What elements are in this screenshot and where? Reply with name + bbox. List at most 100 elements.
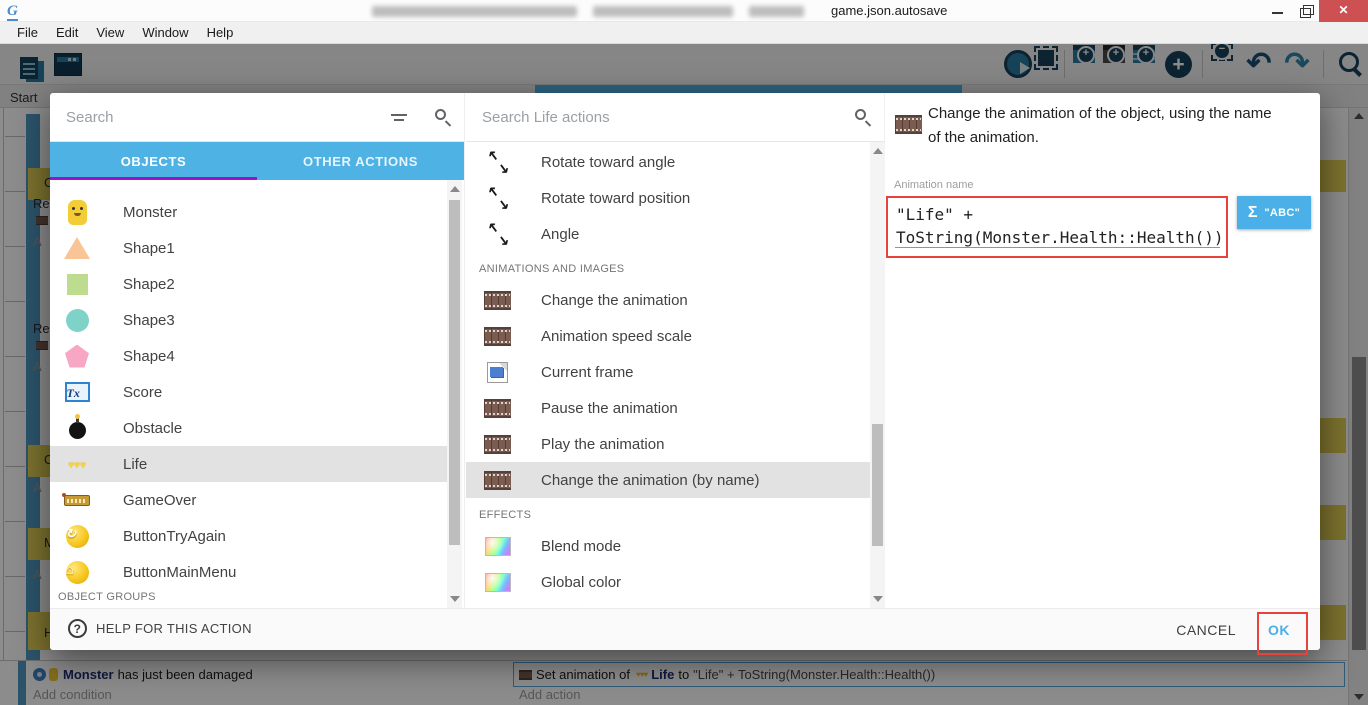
actions-search-input[interactable] [466, 93, 786, 141]
scrollbar-thumb[interactable] [872, 424, 883, 546]
object-label: ButtonMainMenu [123, 563, 237, 581]
action-label: Global color [541, 573, 622, 591]
monster-object-icon [67, 199, 87, 225]
object-label: Shape3 [123, 311, 175, 329]
object-list-item[interactable]: ButtonTryAgain [50, 518, 447, 554]
action-list-item[interactable]: Change the animation (by name) [466, 462, 870, 498]
scroll-down-icon[interactable] [873, 596, 883, 602]
rotate-arrow-icon [486, 219, 510, 249]
action-list-item[interactable]: Angle [466, 216, 870, 252]
minimize-icon[interactable] [1263, 0, 1291, 22]
action-list-item[interactable]: Rotate toward position [466, 180, 870, 216]
hearts-icon [68, 455, 86, 473]
object-label: Obstacle [123, 419, 183, 437]
scroll-up-icon[interactable] [873, 148, 883, 154]
expression-editor-button[interactable]: Σ "ABC" [1237, 196, 1311, 229]
help-label: HELP FOR THIS ACTION [96, 621, 252, 636]
bomb-icon [68, 414, 86, 439]
action-label: EFFECTS [479, 509, 532, 521]
action-list-item[interactable]: Animation speed scale [466, 318, 870, 354]
objects-search-input[interactable] [50, 93, 370, 141]
action-editor-dialog: OBJECTSOTHER ACTIONS Monster Shape1 Shap… [50, 93, 1320, 655]
actions-scrollbar[interactable] [870, 142, 885, 608]
menu-item[interactable]: View [87, 25, 133, 40]
rotate-arrow-icon [486, 147, 510, 177]
scroll-down-icon[interactable] [450, 596, 460, 602]
filter-icon[interactable] [391, 114, 407, 122]
film-strip-icon [484, 326, 511, 346]
object-list-item[interactable]: GameOver [50, 482, 447, 518]
action-list-item[interactable]: Rotate toward angle [466, 144, 870, 180]
action-label: Pause the animation [541, 399, 678, 417]
triangle-shape-icon [64, 237, 90, 259]
film-strip-icon [484, 470, 511, 490]
action-label: ANIMATIONS AND IMAGES [479, 263, 625, 275]
menu-item[interactable]: Window [133, 25, 197, 40]
search-icon[interactable] [435, 109, 446, 120]
title-bar: game.json.autosave [0, 0, 1368, 22]
film-strip-icon [484, 434, 511, 454]
help-button[interactable]: ? HELP FOR THIS ACTION [68, 619, 252, 638]
sigma-icon: Σ [1247, 203, 1258, 221]
menu-bar: File Edit View Window Help [0, 22, 1368, 44]
film-strip-icon [484, 398, 511, 418]
object-list-item[interactable]: Life [50, 446, 447, 482]
object-label: Score [123, 383, 163, 401]
action-label: Blend mode [541, 537, 622, 555]
close-icon[interactable] [1319, 0, 1368, 22]
rotate-arrow-icon [486, 183, 510, 213]
square-shape-icon [66, 273, 88, 295]
restore-icon[interactable] [1291, 0, 1319, 22]
object-label: Shape2 [123, 275, 175, 293]
tab[interactable]: OBJECTS [50, 142, 257, 180]
scrollbar-thumb[interactable] [449, 200, 460, 545]
action-list-item[interactable]: Change the animation [466, 282, 870, 318]
object-list-item[interactable]: Score [50, 374, 447, 410]
menu-item[interactable]: Edit [47, 25, 87, 40]
film-strip-icon [484, 290, 511, 310]
action-list-item[interactable]: Pause the animation [466, 390, 870, 426]
action-parameters-panel: Change the animation of the object, usin… [885, 93, 1320, 608]
game-over-banner-icon [62, 492, 90, 506]
objects-search-row [50, 93, 464, 142]
action-list-item[interactable]: Current frame [466, 354, 870, 390]
menu-item[interactable]: Help [198, 25, 243, 40]
object-list-item[interactable]: Shape2 [50, 266, 447, 302]
object-label: GameOver [123, 491, 197, 509]
gdevelop-logo-icon [7, 3, 23, 19]
action-label: Rotate toward position [541, 189, 691, 207]
action-label: Play the animation [541, 435, 665, 453]
action-list-item[interactable]: Play the animation [466, 426, 870, 462]
objects-list: Monster Shape1 Shape2 Shape3 Shape4 Tx S… [50, 180, 447, 608]
actions-list: Rotate toward angle Rotate toward positi… [466, 142, 870, 608]
action-label: Angle [541, 225, 580, 243]
animation-name-input[interactable]: "Life" + ToString(Monster.Health::Health… [896, 203, 1224, 249]
tab[interactable]: OTHER ACTIONS [257, 142, 464, 180]
action-list-item[interactable]: EFFECTS [466, 498, 870, 528]
action-list-item[interactable]: ANIMATIONS AND IMAGES [466, 252, 870, 282]
actions-search-row [466, 93, 884, 142]
content-area: Start C Re A Re A O A M A H [0, 42, 1368, 705]
abc-label: "ABC" [1264, 206, 1301, 219]
frame-picture-icon [487, 361, 508, 383]
menu-item[interactable]: File [8, 25, 47, 40]
cancel-button[interactable]: CANCEL [1176, 622, 1236, 638]
app-window: game.json.autosave FileEditViewWindowHel… [0, 0, 1368, 705]
action-list-item[interactable]: Blend mode [466, 528, 870, 564]
circle-shape-icon [65, 308, 89, 332]
object-list-item[interactable]: ButtonMainMenu [50, 554, 447, 590]
action-label: Change the animation (by name) [541, 471, 760, 489]
action-list-item[interactable]: Global color [466, 564, 870, 600]
object-list-item[interactable]: Shape3 [50, 302, 447, 338]
object-list-item[interactable]: Shape4 [50, 338, 447, 374]
object-list-item[interactable]: Monster [50, 194, 447, 230]
object-list-item[interactable]: Obstacle [50, 410, 447, 446]
window-controls [1263, 0, 1368, 22]
blend-mode-icon [484, 536, 511, 556]
object-list-item[interactable]: Shape1 [50, 230, 447, 266]
objects-scrollbar[interactable] [447, 180, 462, 608]
annotation-red-box-ok [1257, 612, 1308, 655]
scroll-up-icon[interactable] [450, 186, 460, 192]
object-label: ButtonTryAgain [123, 527, 226, 545]
search-icon[interactable] [855, 109, 866, 120]
